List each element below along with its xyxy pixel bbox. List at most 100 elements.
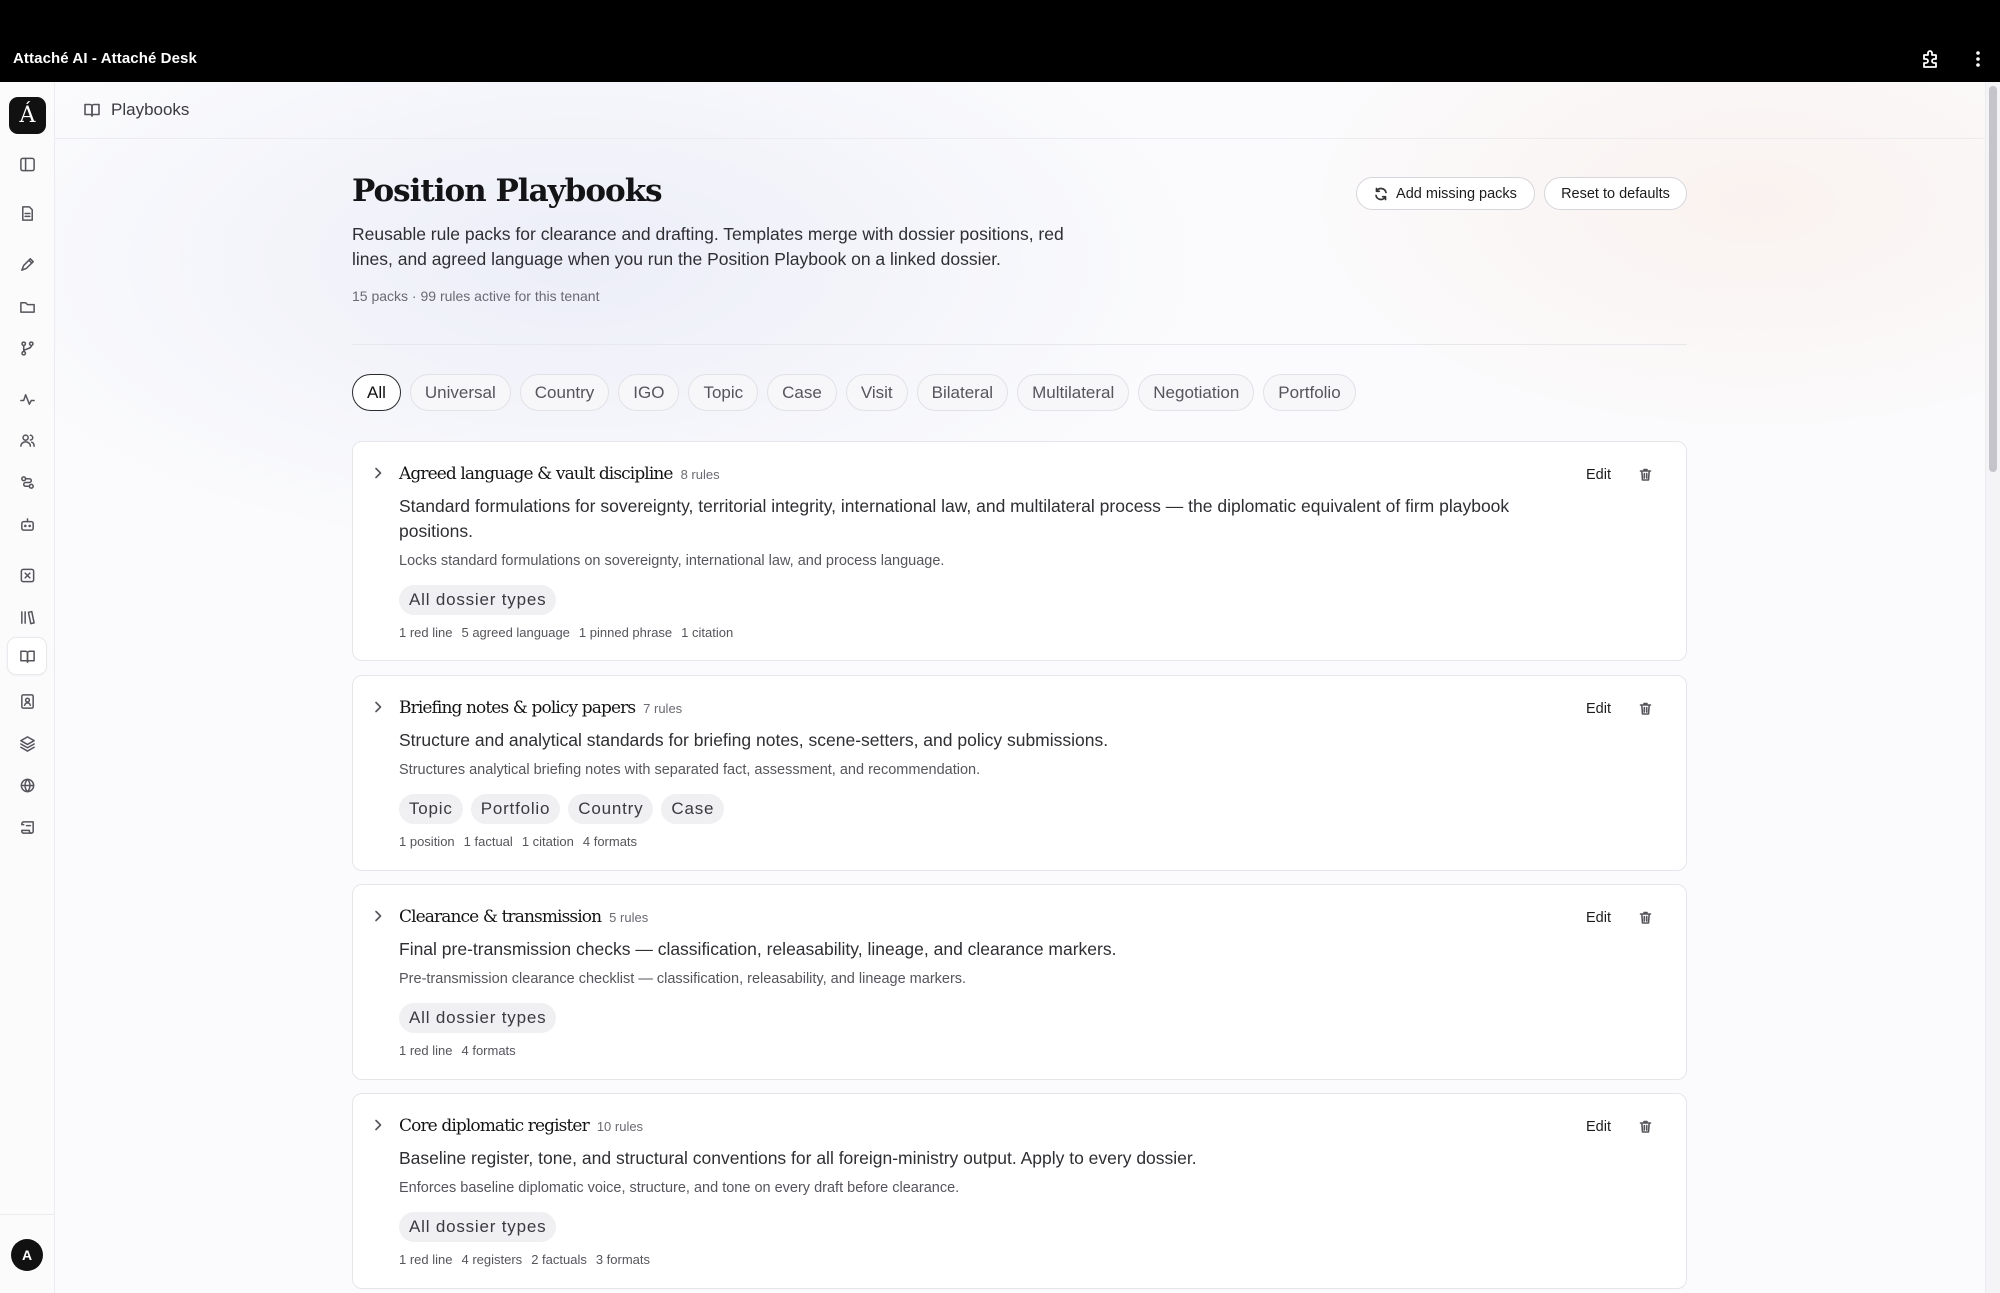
dossier-type-tag: Portfolio (470, 794, 561, 824)
filter-chip-multilateral[interactable]: Multilateral (1017, 374, 1130, 411)
filter-chip-topic[interactable]: Topic (688, 374, 759, 411)
rule-breakdown-item: 2 factuals (531, 1252, 587, 1267)
playbook-summary: Pre-transmission clearance checklist — c… (399, 971, 967, 987)
playbook-card: Clearance & transmission 5 rules Edit Final… (352, 884, 1687, 1080)
playbook-summary: Structures analytical briefing notes wit… (399, 762, 981, 778)
dossier-type-tags: All dossier types (399, 1212, 557, 1242)
playbook-summary: Locks standard formulations on sovereign… (399, 553, 945, 569)
edit-button[interactable]: Edit (1586, 467, 1611, 483)
playbook-title[interactable]: Clearance & transmission 5 rules (399, 907, 648, 927)
rule-count: 7 rules (643, 701, 683, 716)
rule-breakdown-item: 3 formats (595, 1252, 651, 1267)
rule-breakdown-item: 4 formats (582, 834, 638, 849)
breadcrumb-label: Playbooks (111, 100, 190, 119)
playbook-title-text: Agreed language & vault discipline (399, 464, 673, 484)
rule-breakdown-item: 1 red line (399, 1043, 453, 1058)
trash-icon[interactable] (1638, 1119, 1654, 1135)
dossier-type-tag: All dossier types (399, 1003, 557, 1033)
scrollbar[interactable] (1985, 82, 2000, 1293)
rule-breakdown-item: 1 citation (681, 625, 734, 640)
filter-chips: All Universal Country IGO Topic Case Visit Bila… (352, 374, 1356, 411)
scrollbar-thumb[interactable] (1989, 86, 1997, 472)
filter-chip-visit[interactable]: Visit (845, 374, 908, 411)
chevron-right-icon[interactable] (371, 700, 385, 714)
library-icon[interactable] (14, 604, 40, 630)
rule-breakdown-item: 1 pinned phrase (578, 625, 673, 640)
playbook-description: Baseline register, tone, and structural … (399, 1148, 1197, 1168)
sidebar-toggle-icon[interactable] (14, 151, 40, 177)
filter-chip-case[interactable]: Case (767, 374, 837, 411)
folder-icon[interactable] (14, 293, 40, 319)
branch-icon[interactable] (14, 335, 40, 361)
playbook-title[interactable]: Briefing notes & policy papers 7 rules (399, 698, 682, 718)
rule-count: 5 rules (609, 910, 649, 925)
rule-breakdown: 1 red line 4 formats (399, 1043, 516, 1058)
filter-chip-universal[interactable]: Universal (409, 374, 511, 411)
dossier-type-tag: Topic (399, 794, 463, 824)
chevron-right-icon[interactable] (371, 1118, 385, 1132)
chevron-right-icon[interactable] (371, 466, 385, 480)
trash-icon[interactable] (1638, 467, 1654, 483)
playbook-card: Agreed language & vault discipline 8 rule… (352, 441, 1687, 661)
rule-count: 10 rules (596, 1119, 644, 1134)
rule-breakdown: 1 red line 5 agreed language 1 pinned phra… (399, 625, 733, 640)
contact-book-icon[interactable] (14, 688, 40, 714)
page-title: Position Playbooks (352, 173, 663, 209)
playbook-title[interactable]: Core diplomatic register 10 rules (399, 1116, 643, 1136)
edit-button[interactable]: Edit (1586, 910, 1611, 926)
trash-icon[interactable] (1638, 701, 1654, 717)
app-logo[interactable]: Á (9, 97, 46, 134)
layers-icon[interactable] (14, 730, 40, 756)
trash-icon[interactable] (1638, 910, 1654, 926)
filter-chip-igo[interactable]: IGO (618, 374, 680, 411)
filter-chip-negotiation[interactable]: Negotiation (1138, 374, 1255, 411)
globe-icon[interactable] (14, 772, 40, 798)
document-icon[interactable] (14, 200, 40, 226)
playbook-title[interactable]: Agreed language & vault discipline 8 rule… (399, 464, 720, 484)
playbook-summary: Enforces baseline diplomatic voice, stru… (399, 1180, 960, 1196)
window-titlebar: Attaché AI - Attaché Desk (0, 0, 2000, 82)
playbook-card: Briefing notes & policy papers 7 rules Edi… (352, 675, 1687, 871)
rule-breakdown-item: 5 agreed language (461, 625, 570, 640)
people-icon[interactable] (14, 427, 40, 453)
rule-breakdown-item: 1 citation (521, 834, 574, 849)
window-title: Attaché AI - Attaché Desk (13, 50, 197, 67)
edit-button[interactable]: Edit (1586, 1119, 1611, 1135)
workflow-icon[interactable] (14, 469, 40, 495)
divider (352, 344, 1687, 345)
add-missing-packs-button[interactable]: Add missing packs (1356, 177, 1535, 210)
extension-icon[interactable] (1920, 48, 1942, 70)
chevron-right-icon[interactable] (371, 909, 385, 923)
rule-breakdown-item: 4 registers (461, 1252, 523, 1267)
edit-button[interactable]: Edit (1586, 701, 1611, 717)
dossier-type-tag: Case (661, 794, 725, 824)
scroll-icon[interactable] (14, 814, 40, 840)
book-open-icon (83, 101, 101, 119)
filter-chip-country[interactable]: Country (519, 374, 610, 411)
add-missing-packs-label: Add missing packs (1396, 185, 1517, 202)
main-content: Playbooks Position Playbooks Reusable ru… (55, 82, 1985, 1293)
filter-chip-bilateral[interactable]: Bilateral (916, 374, 1009, 411)
book-open-icon[interactable] (8, 638, 46, 674)
dossier-type-tag: All dossier types (399, 1212, 557, 1242)
refresh-icon (1374, 187, 1388, 201)
avatar[interactable]: A (11, 1239, 43, 1271)
playbook-description: Standard formulations for sovereignty, t… (399, 496, 1510, 541)
rule-breakdown: 1 position 1 factual 1 citation 4 formats (399, 834, 637, 849)
page-stats: 15 packs · 99 rules active for this tena… (352, 288, 600, 304)
rule-breakdown: 1 red line 4 registers 2 factuals 3 formats (399, 1252, 650, 1267)
activity-icon[interactable] (14, 386, 40, 412)
rule-breakdown-item: 1 red line (399, 625, 453, 640)
breadcrumb: Playbooks (55, 82, 1985, 139)
playbook-description: Final pre-transmission checks — classifi… (399, 939, 1117, 959)
bot-icon[interactable] (14, 511, 40, 537)
rule-breakdown-item: 1 position (399, 834, 455, 849)
more-vertical-icon[interactable] (1968, 48, 1988, 70)
filter-chip-all[interactable]: All (352, 374, 401, 411)
dossier-type-tags: Topic Portfolio Country Case (399, 794, 725, 824)
reset-to-defaults-button[interactable]: Reset to defaults (1544, 177, 1687, 210)
draft-pen-icon[interactable] (14, 251, 40, 277)
close-square-icon[interactable] (14, 562, 40, 588)
playbook-description: Structure and analytical standards for b… (399, 730, 1109, 750)
filter-chip-portfolio[interactable]: Portfolio (1263, 374, 1356, 411)
